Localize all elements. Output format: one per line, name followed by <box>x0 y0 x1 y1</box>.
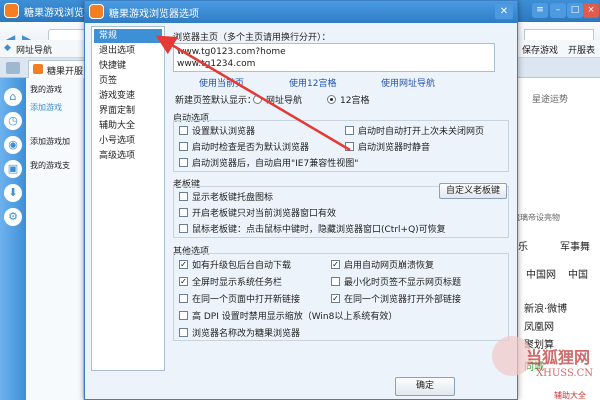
watermark-text: 当狐狸网 <box>526 348 591 367</box>
app-window: 糖果游戏浏览器 ≡ – □ × ◀ ▶ ◆ 网址导航 保存游戏 开服表 糖果开服… <box>0 0 600 400</box>
watermark-url: XHUSS.CN <box>536 368 594 379</box>
arrow-line <box>155 35 351 152</box>
watermark-logo: 当狐狸网 XHUSS.CN <box>492 330 594 396</box>
